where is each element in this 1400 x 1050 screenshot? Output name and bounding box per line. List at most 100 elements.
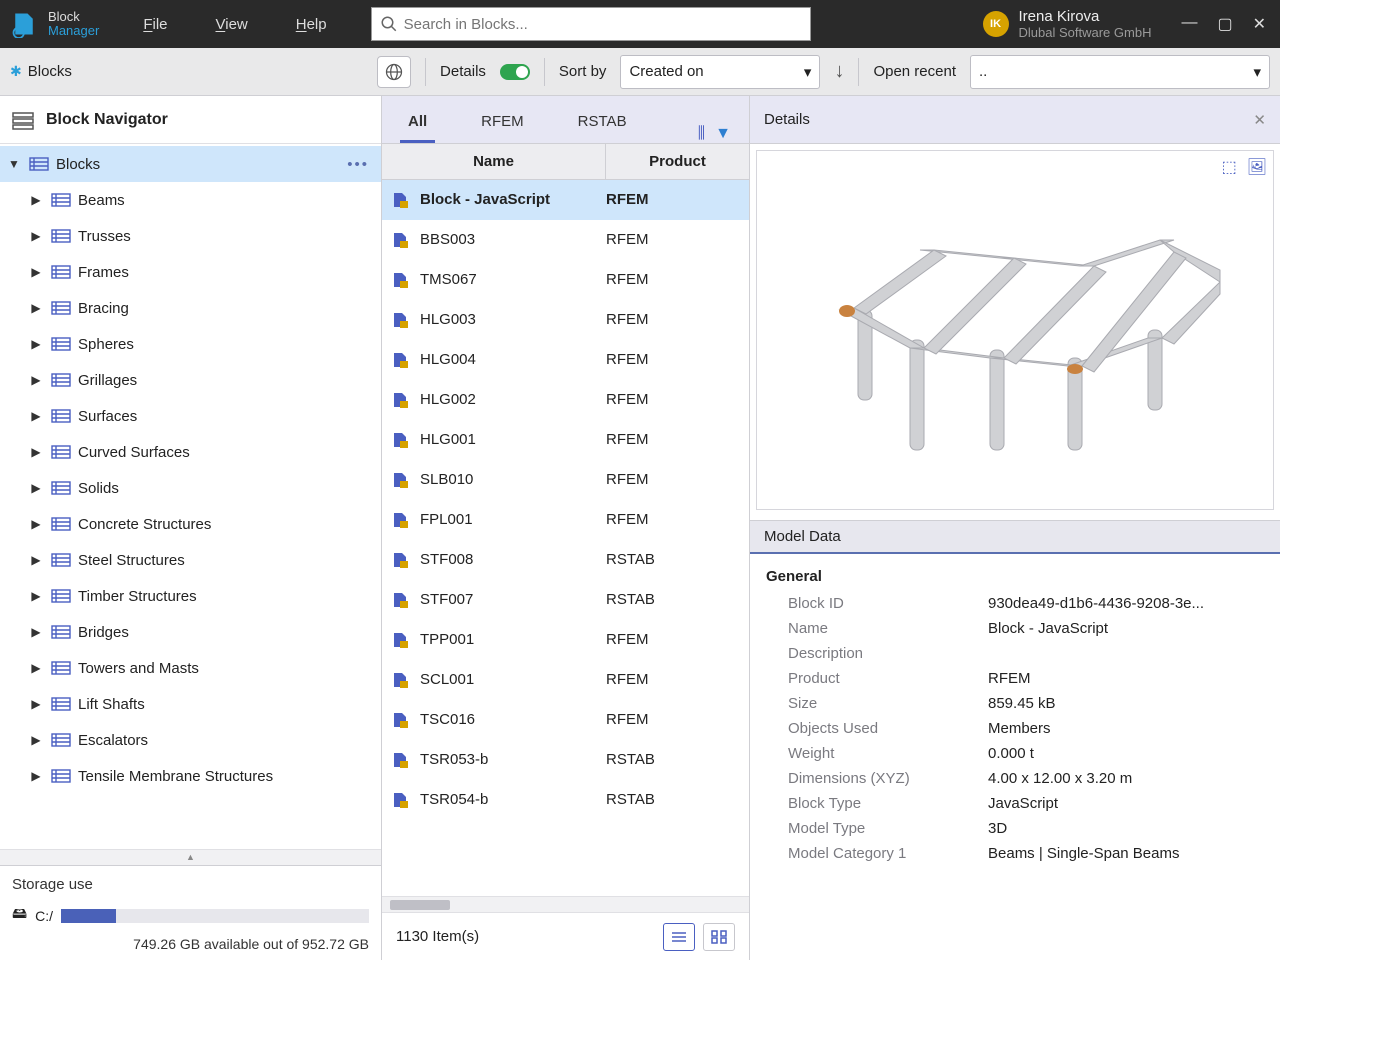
tab-rfem[interactable]: RFEM <box>473 103 532 143</box>
tree-item[interactable]: ▶Towers and Masts <box>0 650 381 686</box>
tree-item[interactable]: ▶Tensile Membrane Structures <box>0 758 381 794</box>
block-icon <box>386 271 414 289</box>
search-input[interactable] <box>404 16 802 33</box>
details-panel: Details ✕ ⬚ 🖼 <box>750 96 1280 960</box>
storage-free: 749.26 GB available out of 952.72 GB <box>12 936 369 952</box>
table-row[interactable]: HLG003RFEM <box>382 300 749 340</box>
tree-item[interactable]: ▶Trusses <box>0 218 381 254</box>
preview-render <box>800 180 1230 480</box>
tree-root[interactable]: ▼Blocks••• <box>0 146 381 182</box>
tree-item[interactable]: ▶Grillages <box>0 362 381 398</box>
block-icon <box>386 671 414 689</box>
table-row[interactable]: HLG004RFEM <box>382 340 749 380</box>
filter-icon[interactable]: ▼ <box>715 125 731 143</box>
list-tabs: All RFEM RSTAB ⫼ ▼ <box>382 96 749 144</box>
storage-bar <box>61 909 369 923</box>
table-row[interactable]: SCL001RFEM <box>382 660 749 700</box>
table-row[interactable]: TSC016RFEM <box>382 700 749 740</box>
table-row[interactable]: BBS003RFEM <box>382 220 749 260</box>
app-logo <box>0 0 48 48</box>
tree-item[interactable]: ▶Lift Shafts <box>0 686 381 722</box>
menu-view[interactable]: View <box>216 16 248 33</box>
table-body[interactable]: Block - JavaScriptRFEMBBS003RFEMTMS067RF… <box>382 180 749 896</box>
table-row[interactable]: HLG001RFEM <box>382 420 749 460</box>
user-block[interactable]: IK Irena Kirova Dlubal Software GmbH <box>959 8 1152 40</box>
tree-item[interactable]: ▶Surfaces <box>0 398 381 434</box>
properties-list[interactable]: General Block ID930dea49-d1b6-4436-9208-… <box>750 554 1280 960</box>
tree-item[interactable]: ▶Concrete Structures <box>0 506 381 542</box>
header-product[interactable]: Product <box>606 144 749 179</box>
table-row[interactable]: Block - JavaScriptRFEM <box>382 180 749 220</box>
close-button[interactable]: ✕ <box>1253 14 1266 34</box>
table-row[interactable]: TMS067RFEM <box>382 260 749 300</box>
sortby-label: Sort by <box>559 63 607 80</box>
tree-h-scrollbar[interactable]: ▲ <box>0 849 381 865</box>
tree-item[interactable]: ▶Solids <box>0 470 381 506</box>
group-general: General <box>760 560 1280 591</box>
block-icon <box>386 231 414 249</box>
table-row[interactable]: TSR053-bRSTAB <box>382 740 749 780</box>
titlebar: Block Manager File View Help IK Irena Ki… <box>0 0 1280 48</box>
chevron-down-icon: ▾ <box>804 63 812 81</box>
more-icon[interactable]: ••• <box>347 156 369 173</box>
block-icon <box>386 311 414 329</box>
tree-item[interactable]: ▶Curved Surfaces <box>0 434 381 470</box>
breadcrumb[interactable]: ✱ Blocks <box>10 63 72 80</box>
table-row[interactable]: STF008RSTAB <box>382 540 749 580</box>
model-preview[interactable]: ⬚ 🖼 <box>756 150 1274 510</box>
tree-item[interactable]: ▶Frames <box>0 254 381 290</box>
property-row: Dimensions (XYZ)4.00 x 12.00 x 3.20 m <box>760 766 1280 791</box>
table-row[interactable]: FPL001RFEM <box>382 500 749 540</box>
tree-item[interactable]: ▶Bridges <box>0 614 381 650</box>
table-row[interactable]: HLG002RFEM <box>382 380 749 420</box>
block-icon <box>386 191 414 209</box>
tree-item[interactable]: ▶Timber Structures <box>0 578 381 614</box>
list-panel: All RFEM RSTAB ⫼ ▼ Name Product Block - … <box>382 96 750 960</box>
open-recent-combo[interactable]: ..▾ <box>970 55 1270 89</box>
list-h-scrollbar[interactable] <box>382 896 749 912</box>
property-row: Model Type3D <box>760 816 1280 841</box>
search-box[interactable] <box>371 7 811 41</box>
close-details-button[interactable]: ✕ <box>1253 111 1266 129</box>
header-name[interactable]: Name <box>382 144 606 179</box>
list-view-button[interactable] <box>663 923 695 951</box>
tab-rstab[interactable]: RSTAB <box>570 103 635 143</box>
tree-item[interactable]: ▶Escalators <box>0 722 381 758</box>
columns-icon[interactable]: ⫼ <box>698 125 705 143</box>
menu-help[interactable]: Help <box>296 16 327 33</box>
storage-panel: Storage use 🖴 C:/ 749.26 GB available ou… <box>0 865 381 960</box>
tree-item[interactable]: ▶Steel Structures <box>0 542 381 578</box>
property-row: ProductRFEM <box>760 666 1280 691</box>
details-title: Details <box>764 111 810 128</box>
property-row: Block ID930dea49-d1b6-4436-9208-3e... <box>760 591 1280 616</box>
block-icon <box>386 791 414 809</box>
tree-item[interactable]: ▶Beams <box>0 182 381 218</box>
block-icon <box>386 351 414 369</box>
table-row[interactable]: TPP001RFEM <box>382 620 749 660</box>
cube-icon[interactable]: ⬚ <box>1222 157 1237 177</box>
user-name: Irena Kirova <box>1019 8 1152 25</box>
table-row[interactable]: TSR054-bRSTAB <box>382 780 749 820</box>
maximize-button[interactable]: ▢ <box>1217 14 1232 34</box>
image-icon[interactable]: 🖼 <box>1247 157 1267 177</box>
navigator-tree[interactable]: ▼Blocks•••▶Beams▶Trusses▶Frames▶Bracing▶… <box>0 144 381 849</box>
search-icon <box>380 15 398 33</box>
table-row[interactable]: STF007RSTAB <box>382 580 749 620</box>
sort-direction-button[interactable]: ↓ <box>834 60 844 83</box>
language-button[interactable] <box>377 56 411 88</box>
menu-file[interactable]: File <box>143 16 167 33</box>
block-icon <box>386 511 414 529</box>
user-company: Dlubal Software GmbH <box>1019 25 1152 40</box>
open-recent-label: Open recent <box>873 63 956 80</box>
disk-icon: 🖴 <box>12 903 27 928</box>
table-row[interactable]: SLB010RFEM <box>382 460 749 500</box>
tree-item[interactable]: ▶Bracing <box>0 290 381 326</box>
minimize-button[interactable]: — <box>1181 14 1197 34</box>
sortby-combo[interactable]: Created on▾ <box>620 55 820 89</box>
details-toggle[interactable] <box>500 64 530 80</box>
grid-view-button[interactable] <box>703 923 735 951</box>
drive-label: C:/ <box>35 908 53 924</box>
tab-all[interactable]: All <box>400 103 435 143</box>
property-row: NameBlock - JavaScript <box>760 616 1280 641</box>
tree-item[interactable]: ▶Spheres <box>0 326 381 362</box>
